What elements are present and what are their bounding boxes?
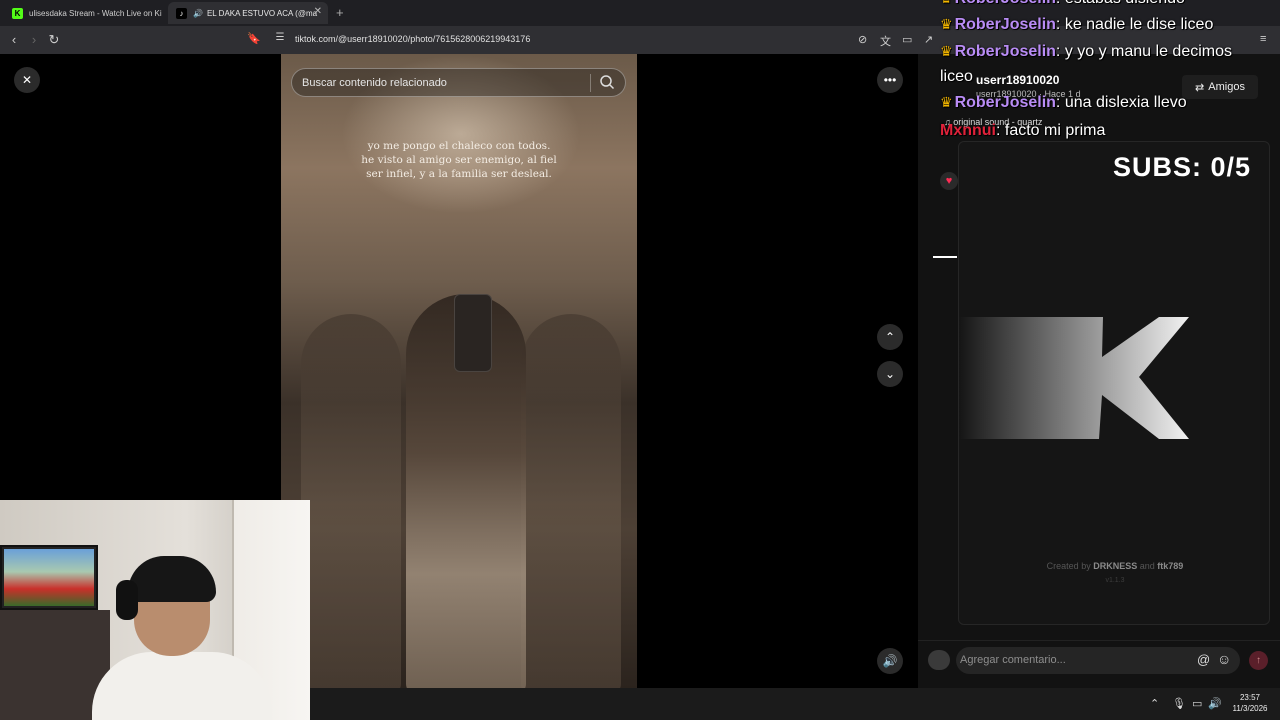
ad-block-icon[interactable]: ⊘ [858, 33, 867, 46]
more-icon: ••• [883, 73, 897, 87]
tab-title: ulisesdaka Stream - Watch Live on Ki [29, 8, 162, 18]
webcam-feed [0, 500, 310, 720]
webcam-tv [0, 545, 98, 610]
streamer [92, 556, 272, 720]
version-label: v1.1.3 [1105, 577, 1125, 584]
tab-underline [933, 256, 957, 258]
reflection-right [521, 314, 621, 688]
chat-message: ♛RoberJoselin: estabas disiendo [940, 0, 1185, 8]
avatar [928, 650, 950, 670]
clock-time: 23:57 [1239, 693, 1261, 702]
cast-icon[interactable]: ▭ [902, 33, 912, 46]
volume-icon: 🔊 [882, 654, 898, 668]
search-icon[interactable] [599, 74, 615, 90]
comment-input[interactable]: Agregar comentario... [960, 654, 1066, 666]
subs-counter: SUBS: 0/5 [1112, 152, 1251, 182]
photo-post[interactable]: yo me pongo el chaleco con todos. he vis… [281, 54, 637, 688]
credit-author: ftk789 [1157, 561, 1184, 571]
chat-text: liceo [940, 68, 973, 85]
kick-icon: K [12, 7, 23, 19]
streamer-shirt [92, 652, 272, 720]
caption-line: ser infiel, y a la familia ser desleal. [366, 168, 552, 180]
send-icon[interactable]: ↑ [1249, 651, 1268, 670]
speaker-icon: 🔊 [193, 8, 203, 18]
next-post-button[interactable]: ⌄ [877, 361, 903, 387]
chat-message: Mxnnui: facto mi prima [940, 122, 1105, 140]
post-username[interactable]: userr18910020 [976, 73, 1059, 87]
like-icon[interactable]: ♥ [940, 172, 958, 190]
emoji-icon[interactable]: ☺ [1217, 651, 1231, 667]
close-viewer-button[interactable]: ✕ [14, 67, 40, 93]
bookmark-icon[interactable]: 🔖 [246, 32, 262, 45]
volume-button[interactable]: 🔊 [877, 648, 903, 674]
tray-overflow-icon[interactable]: ⌃ [1150, 697, 1159, 710]
chat-username: RoberJoselin [955, 0, 1056, 7]
credit-and: and [1139, 561, 1155, 571]
taskbar [310, 688, 1280, 720]
search-input[interactable]: Buscar contenido relacionado [302, 77, 447, 89]
crown-icon: ♛ [940, 16, 953, 32]
search-divider [590, 74, 591, 92]
kick-logo-icon [959, 317, 1189, 439]
crown-icon: ♛ [940, 94, 953, 110]
caption-line: yo me pongo el chaleco con todos. [367, 140, 551, 152]
chat-message: ♛ RoberJoselin: y yo y manu le decimos [940, 43, 1232, 61]
taskbar-clock[interactable]: 23:57 11/3/2026 [1228, 692, 1272, 714]
credit-author: DRKNESS [1093, 561, 1138, 571]
back-icon[interactable]: ‹ [6, 32, 22, 47]
menu-icon[interactable]: ≡ [1260, 33, 1266, 45]
tab-title: EL DAKA ESTUVO ACA (@ma [206, 8, 318, 18]
tab-kick-stream[interactable]: K ulisesdaka Stream - Watch Live on Ki [4, 2, 164, 24]
chat-message: ♛ RoberJoselin: una dislexia llevo [940, 94, 1187, 112]
phone-in-photo [454, 294, 492, 372]
chat-message: ♛ RoberJoselin: ke nadie le dise liceo [940, 16, 1213, 34]
close-tab-icon[interactable]: ✕ [314, 6, 322, 17]
credit-line: Created by DRKNESS and ftk789 [959, 561, 1271, 571]
chevron-down-icon: ⌄ [884, 367, 896, 381]
close-icon: ✕ [21, 73, 33, 87]
headset-icon [116, 580, 138, 620]
clock-date: 11/3/2026 [1232, 704, 1268, 713]
chevron-up-icon: ⌃ [884, 330, 896, 344]
previous-post-button[interactable]: ⌃ [877, 324, 903, 350]
speaker-tray-icon[interactable]: 🔊 [1208, 697, 1222, 710]
tiktok-icon: ♪ [176, 7, 187, 19]
translate-icon[interactable]: 文 [880, 33, 891, 49]
related-search[interactable]: Buscar contenido relacionado [291, 68, 626, 97]
chat-text: : una dislexia llevo [1055, 94, 1187, 111]
more-options-button[interactable]: ••• [877, 67, 903, 93]
chat-username: RoberJoselin [954, 16, 1056, 33]
chat-username: RoberJoselin [954, 43, 1056, 60]
forward-icon[interactable]: › [26, 32, 42, 47]
chat-text: : facto mi prima [996, 122, 1106, 139]
chat-username: RoberJoselin [954, 94, 1056, 111]
microphone-icon[interactable]: 🎙 [1172, 697, 1186, 710]
webcam-tv-screen [4, 549, 94, 606]
streamer-hair [128, 556, 216, 602]
friends-label: Amigos [1208, 81, 1245, 93]
network-icon[interactable]: ▭ [1192, 697, 1202, 710]
url-text[interactable]: tiktok.com/@userr18910020/photo/76156280… [295, 34, 530, 44]
mention-icon[interactable]: @ [1197, 652, 1210, 667]
crown-icon: ♛ [940, 43, 953, 59]
photo-caption: yo me pongo el chaleco con todos. he vis… [281, 139, 637, 181]
chat-text: : ke nadie le dise liceo [1055, 16, 1214, 33]
caption-line: he visto al amigo ser enemigo, al fiel [361, 154, 557, 166]
chat-text: : y yo y manu le decimos [1055, 43, 1232, 60]
crown-icon: ♛ [940, 0, 953, 6]
share-icon[interactable]: ↗ [924, 33, 933, 46]
swap-icon: ⇄ [1195, 81, 1205, 94]
credit-prefix: Created by [1046, 561, 1091, 571]
reload-icon[interactable]: ↻ [46, 32, 62, 48]
site-settings-icon[interactable]: ☰ [272, 32, 288, 43]
reflection-left [301, 314, 401, 688]
tab-tiktok[interactable]: ♪ 🔊 EL DAKA ESTUVO ACA (@ma ✕ [168, 2, 328, 24]
friends-button[interactable]: ⇄ Amigos [1182, 75, 1258, 99]
new-tab-button[interactable]: + [336, 5, 344, 20]
chat-text: : estabas disiendo [1056, 0, 1185, 7]
chat-username: Mxnnui [940, 122, 996, 139]
chat-message: liceo [940, 68, 973, 86]
subs-goal-overlay: SUBS: 0/5 Created by DRKNESS and ftk789 … [958, 141, 1270, 625]
